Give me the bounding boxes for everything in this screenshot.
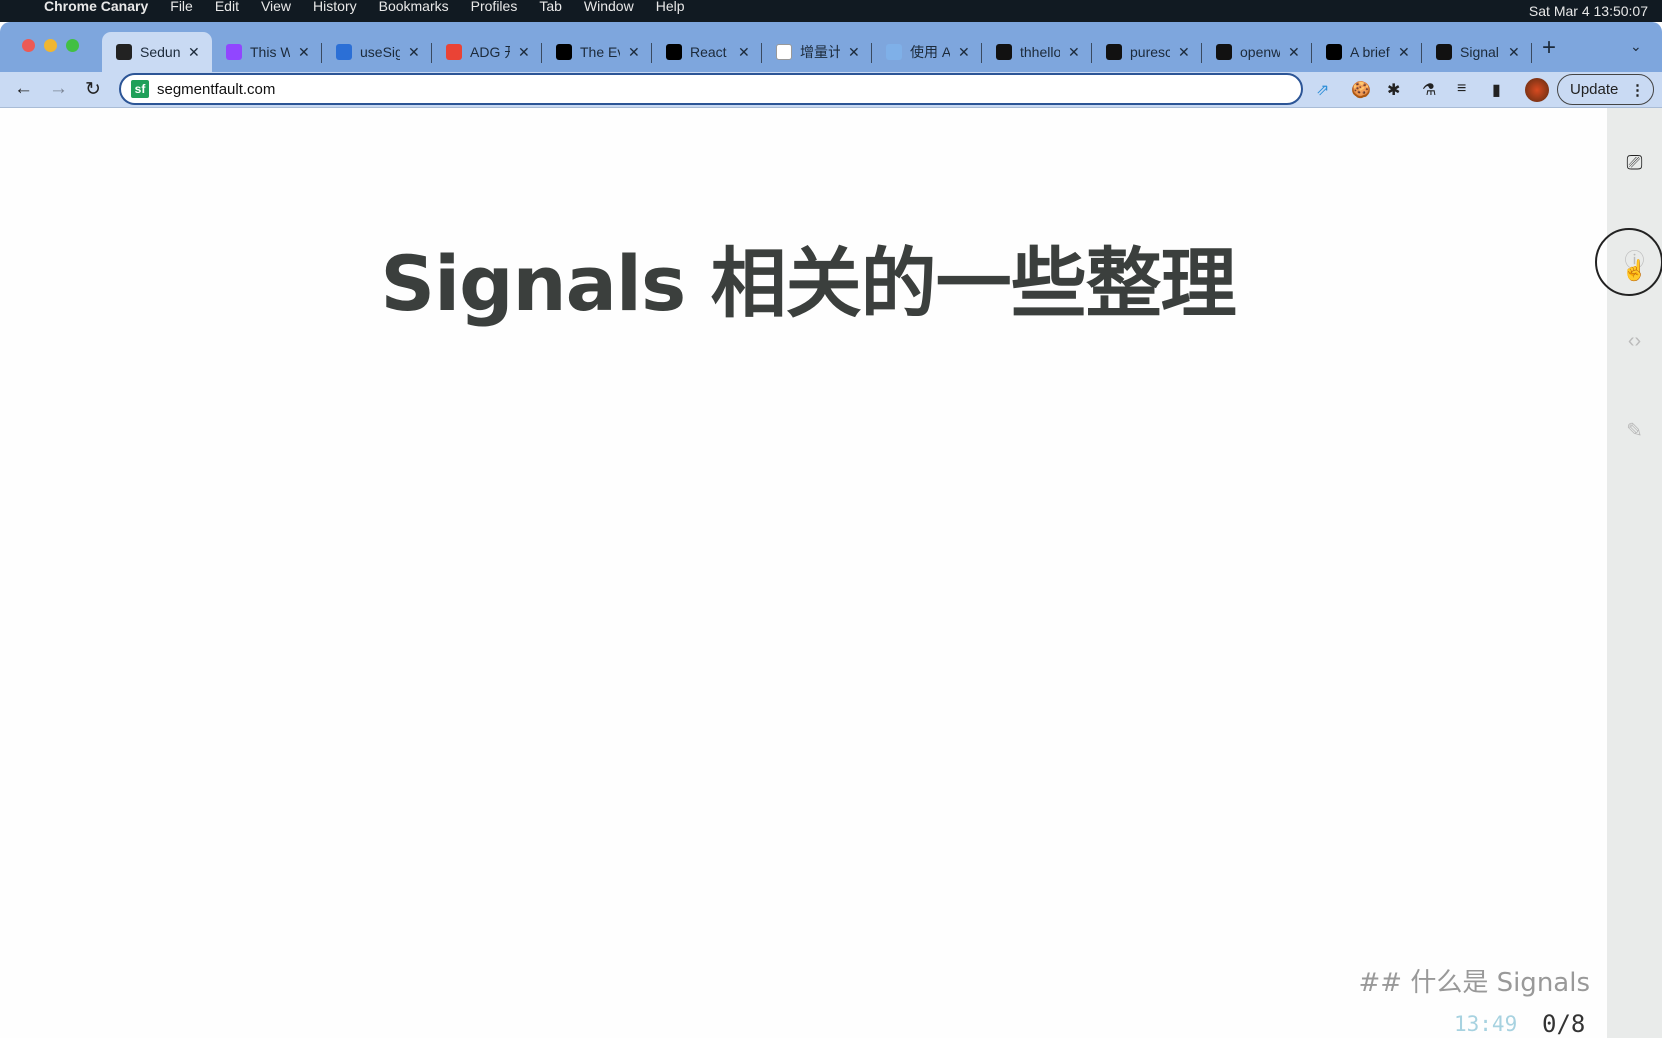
reload-button[interactable]: ↻ — [85, 78, 101, 101]
close-tab-icon[interactable]: ✕ — [1178, 44, 1190, 61]
tab-11[interactable]: A brief ✕ — [1312, 32, 1422, 72]
hand-cursor-icon: ☝ — [1622, 260, 1647, 282]
google-icon — [446, 44, 462, 60]
update-label: Update — [1570, 81, 1619, 98]
tab-6[interactable]: 增量计 ✕ — [762, 32, 872, 72]
tab-title: React — [690, 44, 727, 60]
menu-view[interactable]: View — [261, 0, 291, 13]
airplay-icon[interactable]: ⎚ — [1607, 152, 1662, 175]
tab-title: A brief — [1350, 44, 1390, 60]
tab-title: 增量计 — [800, 44, 840, 60]
close-tab-icon[interactable]: ✕ — [518, 44, 530, 61]
tab-2[interactable]: useSig ✕ — [322, 32, 432, 72]
tab-9[interactable]: puresc ✕ — [1092, 32, 1202, 72]
pencil-icon[interactable]: ✎ — [1607, 418, 1662, 443]
labs-flask-icon[interactable]: ⚗ — [1422, 80, 1436, 100]
github-icon — [1106, 44, 1122, 60]
wikipedia-icon — [776, 44, 792, 60]
medium-icon — [1326, 44, 1342, 60]
tab-title: ADG 开 — [470, 44, 510, 60]
tab-5[interactable]: React ✕ — [652, 32, 762, 72]
close-tab-icon[interactable]: ✕ — [408, 44, 420, 61]
close-tab-icon[interactable]: ✕ — [628, 44, 640, 61]
extensions-puzzle-icon[interactable]: ✱ — [1387, 80, 1400, 100]
tab-title: Sedun — [140, 44, 180, 60]
tab-7[interactable]: 使用 A ✕ — [872, 32, 982, 72]
window-controls — [22, 39, 79, 52]
zoom-window-button[interactable] — [66, 39, 79, 52]
clock[interactable]: Sat Mar 4 13:50:07 — [1529, 4, 1648, 18]
tab-title: useSig — [360, 44, 400, 60]
forward-button[interactable]: → — [49, 78, 68, 100]
close-tab-icon[interactable]: ✕ — [298, 44, 310, 61]
address-bar[interactable]: sf segmentfault.com — [119, 73, 1303, 105]
tab-title: This W — [250, 44, 290, 60]
side-panel-icon[interactable]: ▮ — [1492, 80, 1501, 100]
tab-10[interactable]: openw ✕ — [1202, 32, 1312, 72]
dev-icon — [556, 44, 572, 60]
update-button[interactable]: Update ⋮ — [1557, 74, 1654, 105]
browser-toolbar: ← → ↻ sf segmentfault.com ⇗ 🍪 ✱ ⚗ ≡ ▮ Up… — [0, 72, 1662, 108]
profile-avatar[interactable] — [1525, 78, 1549, 102]
share-icon[interactable]: ⇗ — [1316, 80, 1329, 100]
menu-tab[interactable]: Tab — [539, 0, 562, 13]
close-window-button[interactable] — [22, 39, 35, 52]
tab-title: openw — [1240, 44, 1280, 60]
new-tab-button[interactable]: + — [1542, 34, 1556, 62]
bing-icon — [336, 44, 352, 60]
reading-list-icon[interactable]: ≡ — [1457, 80, 1466, 98]
tab-title: Signal — [1460, 44, 1499, 60]
macos-menubar: Chrome Canary File Edit View History Boo… — [0, 0, 1662, 22]
close-tab-icon[interactable]: ✕ — [188, 44, 200, 61]
tab-0[interactable]: Sedun ✕ — [102, 32, 212, 72]
code-icon[interactable]: ‹› — [1607, 330, 1662, 353]
tab-title: 使用 A — [910, 44, 950, 60]
menu-file[interactable]: File — [170, 0, 193, 13]
tab-8[interactable]: thhello ✕ — [982, 32, 1092, 72]
more-menu-icon[interactable]: ⋮ — [1630, 81, 1645, 99]
menu-window[interactable]: Window — [584, 0, 634, 13]
dev-icon — [666, 44, 682, 60]
sparkle-icon — [116, 44, 132, 60]
tab-4[interactable]: The Ev ✕ — [542, 32, 652, 72]
menu-app-name[interactable]: Chrome Canary — [44, 0, 148, 13]
globe-icon — [886, 44, 902, 60]
tab-title: The Ev — [580, 44, 620, 60]
twitch-icon — [226, 44, 242, 60]
close-tab-icon[interactable]: ✕ — [1288, 44, 1300, 61]
close-tab-icon[interactable]: ✕ — [958, 44, 970, 61]
menu-history[interactable]: History — [313, 0, 357, 13]
menu-edit[interactable]: Edit — [215, 0, 239, 13]
url-text: segmentfault.com — [157, 80, 276, 98]
github-icon — [996, 44, 1012, 60]
tab-12[interactable]: Signal ✕ — [1422, 32, 1532, 72]
slide-counter: 0/8 — [1542, 1010, 1586, 1038]
tab-search-chevron-icon[interactable]: ⌄ — [1630, 38, 1642, 55]
tab-1[interactable]: This W ✕ — [212, 32, 322, 72]
close-tab-icon[interactable]: ✕ — [1068, 44, 1080, 61]
tab-title: puresc — [1130, 44, 1170, 60]
tab-divider — [1531, 43, 1532, 63]
presentation-timer: 13:49 — [1454, 1012, 1518, 1036]
close-tab-icon[interactable]: ✕ — [1508, 44, 1520, 61]
github-icon — [1436, 44, 1452, 60]
back-button[interactable]: ← — [14, 78, 33, 100]
github-icon — [1216, 44, 1232, 60]
close-tab-icon[interactable]: ✕ — [1398, 44, 1410, 61]
minimize-window-button[interactable] — [44, 39, 57, 52]
tab-3[interactable]: ADG 开 ✕ — [432, 32, 542, 72]
site-icon: sf — [131, 80, 149, 98]
close-tab-icon[interactable]: ✕ — [848, 44, 860, 61]
menu-profiles[interactable]: Profiles — [471, 0, 518, 13]
tab-title: thhello — [1020, 44, 1060, 60]
menu-help[interactable]: Help — [656, 0, 685, 13]
tab-strip: Sedun✕This W✕useSig✕ADG 开✕The Ev✕React✕增… — [0, 22, 1662, 72]
slide-title: Signals 相关的一些整理 — [380, 239, 1236, 328]
next-slide-preview: ## 什么是 Signals — [1358, 968, 1590, 998]
close-tab-icon[interactable]: ✕ — [738, 44, 750, 61]
cookie-extension-icon[interactable]: 🍪 — [1351, 80, 1371, 100]
menu-bookmarks[interactable]: Bookmarks — [379, 0, 449, 13]
